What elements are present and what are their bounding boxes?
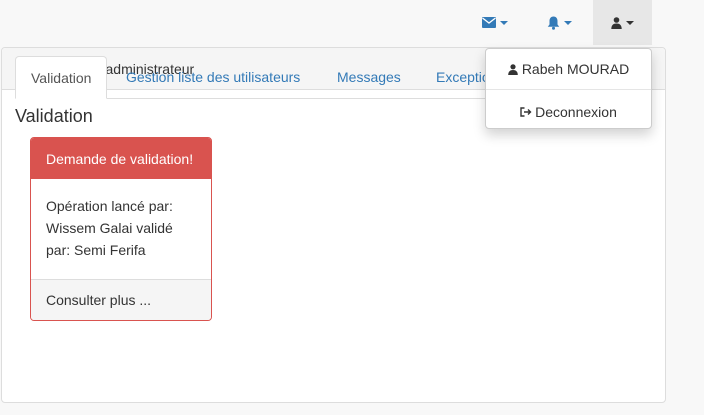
tab-messages[interactable]: Messages (322, 56, 416, 98)
validation-request-card: Demande de validation! Opération lancé p… (30, 137, 212, 321)
card-body-line: par: Semi Ferifa (46, 242, 146, 258)
user-icon (611, 16, 622, 29)
user-profile-item[interactable]: Rabeh MOURAD (486, 54, 651, 84)
notifications-dropdown-toggle[interactable] (536, 0, 582, 45)
logout-label: Deconnexion (535, 104, 617, 120)
bell-icon (547, 16, 560, 30)
top-navbar (0, 0, 704, 45)
chevron-down-icon (563, 20, 572, 25)
user-icon (508, 63, 518, 75)
card-body-line: Opération lancé par: (46, 198, 173, 214)
card-header: Demande de validation! (31, 138, 211, 179)
tab-validation[interactable]: Validation (15, 56, 108, 99)
user-dropdown-menu: Rabeh MOURAD Deconnexion (485, 48, 652, 129)
envelope-icon (482, 17, 496, 28)
tab-user-management[interactable]: Gestion liste des utilisateurs (111, 56, 315, 98)
user-dropdown-toggle[interactable] (593, 0, 652, 45)
chevron-down-icon (500, 20, 508, 25)
chevron-down-icon (626, 20, 634, 25)
logout-icon (520, 107, 532, 117)
messages-dropdown-toggle[interactable] (472, 0, 518, 45)
consult-more-link[interactable]: Consulter plus ... (31, 279, 211, 320)
card-body-line: Wissem Galai validé (46, 220, 173, 236)
user-name-label: Rabeh MOURAD (521, 61, 630, 77)
section-title: Validation (15, 106, 93, 126)
menu-divider (486, 89, 651, 90)
logout-item[interactable]: Deconnexion (486, 97, 651, 127)
card-body: Opération lancé par: Wissem Galai validé… (31, 179, 211, 279)
